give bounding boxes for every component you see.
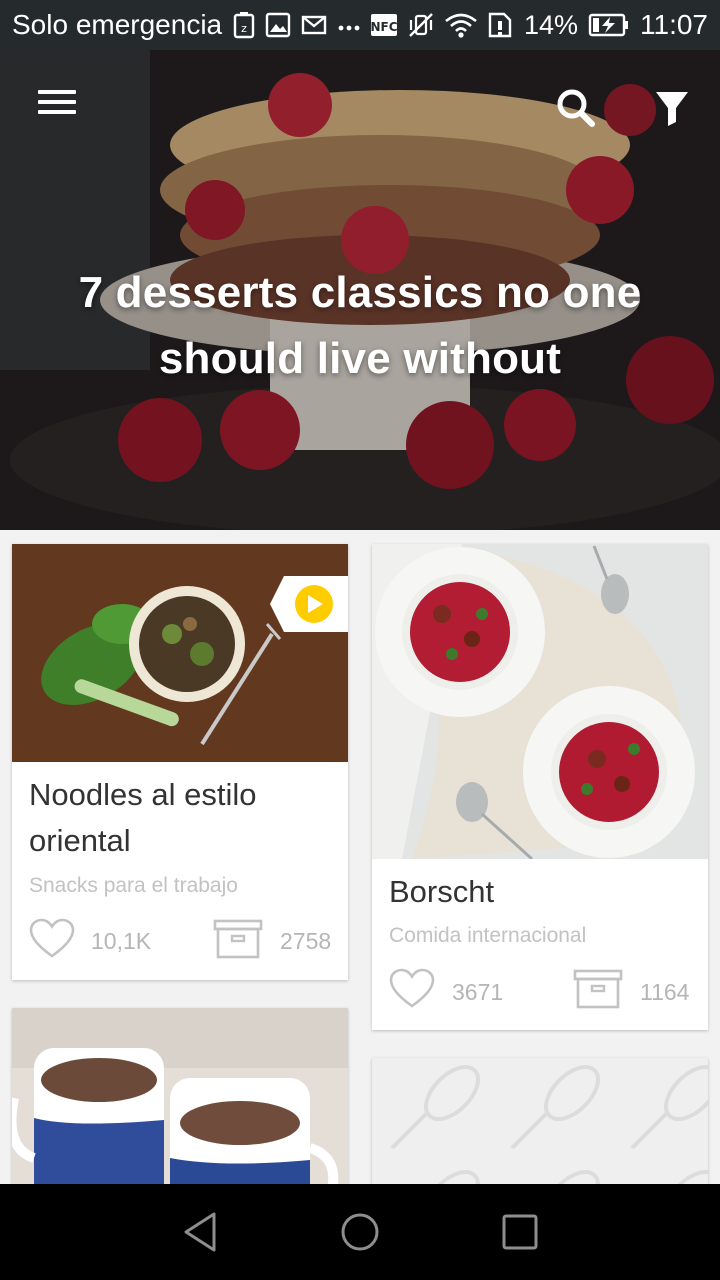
heart-icon[interactable] (29, 918, 75, 960)
recipe-title-line2: oriental (29, 823, 131, 858)
clock: 11:07 (640, 9, 708, 40)
menu-button[interactable] (24, 84, 88, 128)
likes-count: 3671 (452, 979, 504, 1005)
status-bar: Solo emergencia z NFC 14% 11:07 (0, 0, 720, 50)
nfc-icon: NFC (371, 14, 398, 36)
back-icon[interactable] (176, 1208, 224, 1256)
battery-percent: 14% (523, 9, 578, 40)
featured-banner[interactable]: 7 desserts classics no one should live w… (0, 50, 720, 530)
recipe-category: Comida internacional (389, 924, 587, 947)
status-right: 14% 11:07 (524, 9, 708, 41)
svg-text:NFC: NFC (371, 20, 398, 34)
recipe-category: Snacks para el trabajo (29, 874, 238, 897)
recipe-card-borscht[interactable]: Borscht Comida internacional 3671 1164 (372, 544, 708, 1030)
recents-icon[interactable] (496, 1208, 544, 1256)
recipe-title: Borscht (389, 874, 495, 909)
wifi-icon (445, 13, 477, 38)
borscht-photo (372, 544, 708, 859)
filter-button[interactable] (646, 80, 698, 136)
data-saver-icon: z (233, 12, 255, 39)
saves-count: 1164 (640, 979, 690, 1005)
saves-count: 2758 (280, 928, 332, 954)
carrier-label: Solo emergencia (12, 9, 223, 40)
likes-count: 10,1K (91, 928, 152, 954)
archive-box-icon[interactable] (213, 918, 263, 960)
recipe-card-hot-chocolate[interactable] (12, 1008, 348, 1208)
recipe-image-borscht (372, 544, 708, 859)
svg-text:z: z (241, 22, 247, 35)
video-badge (270, 576, 348, 632)
status-icons: z NFC (232, 11, 513, 39)
home-icon[interactable] (336, 1208, 384, 1256)
navigation-bar (0, 1184, 720, 1280)
filter-icon (656, 92, 688, 126)
hamburger-menu-icon (38, 90, 76, 94)
archive-box-icon[interactable] (573, 968, 623, 1010)
featured-title: 7 desserts classics no one should live w… (78, 268, 642, 383)
hot-chocolate-photo (12, 1008, 348, 1208)
recipe-card-noodles[interactable]: Noodles al estilo oriental Snacks para e… (12, 544, 348, 980)
vibrate-off-icon (409, 13, 433, 37)
image-icon (265, 12, 291, 38)
recipe-title-line1: Noodles al estilo (29, 777, 257, 812)
more-dots-icon (338, 25, 360, 31)
search-icon (557, 89, 595, 127)
battery-charging-icon (588, 13, 628, 37)
sim-alert-icon (488, 12, 512, 38)
mail-icon (301, 15, 327, 35)
search-button[interactable] (548, 80, 604, 136)
heart-icon[interactable] (389, 968, 435, 1010)
